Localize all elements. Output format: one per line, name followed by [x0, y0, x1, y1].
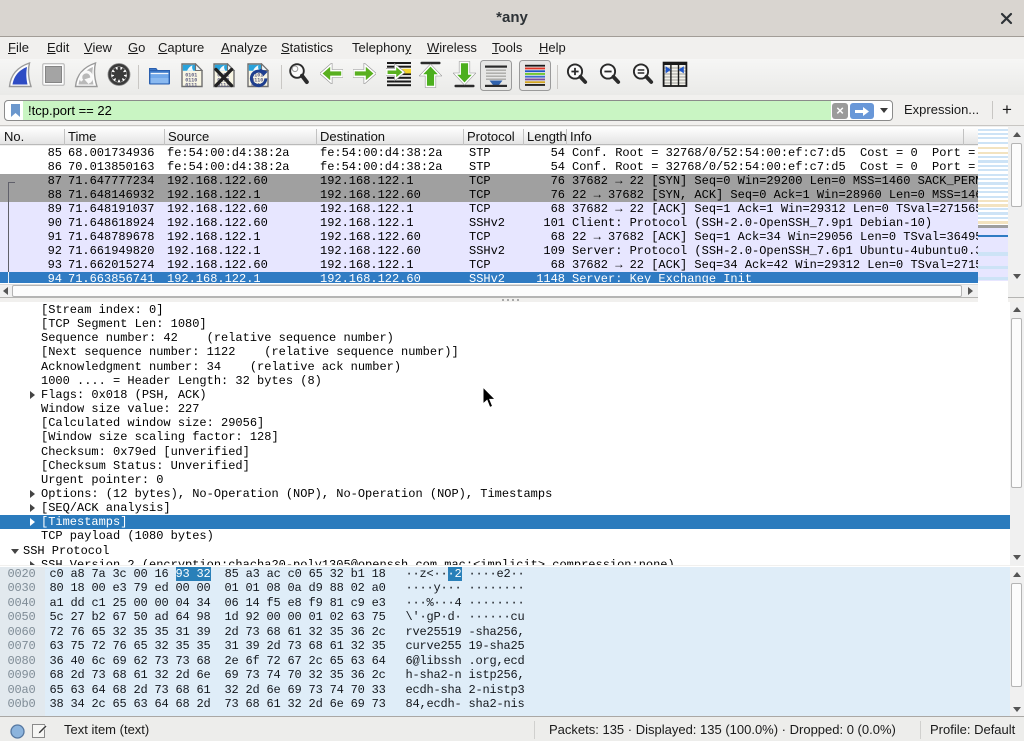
svg-text:0111: 0111 [185, 82, 197, 88]
